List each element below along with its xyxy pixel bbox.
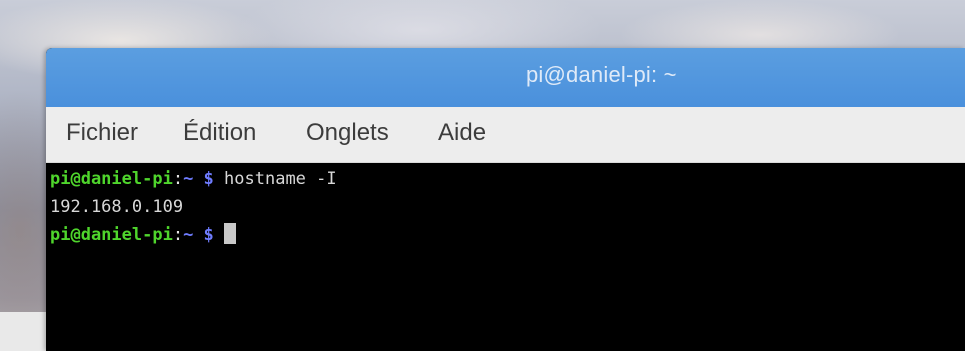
prompt-colon: : — [172, 225, 184, 245]
terminal-line-1: pi@daniel-pi:~ $ hostname -I — [50, 165, 965, 193]
command-text — [214, 225, 224, 245]
terminal-window[interactable]: pi@daniel-pi: ~ Fichier Édition Onglets … — [46, 48, 965, 351]
text-cursor — [224, 223, 237, 244]
terminal-line-2: 192.168.0.109 — [50, 193, 965, 221]
menu-aide[interactable]: Aide — [438, 119, 486, 147]
command-output: 192.168.0.109 — [50, 197, 184, 217]
desktop-panel-edge — [0, 312, 46, 351]
command-text: hostname -I — [213, 169, 337, 189]
prompt-user-host: pi@daniel-pi — [50, 225, 173, 245]
terminal-line-3: pi@daniel-pi:~ $ — [50, 221, 965, 249]
menu-onglets[interactable]: Onglets — [306, 119, 389, 147]
menu-fichier[interactable]: Fichier — [66, 119, 138, 147]
prompt-path: ~ $ — [183, 225, 214, 245]
prompt-path: ~ $ — [183, 169, 214, 189]
window-titlebar[interactable]: pi@daniel-pi: ~ — [46, 48, 965, 107]
window-title: pi@daniel-pi: ~ — [526, 62, 677, 87]
menu-edition[interactable]: Édition — [183, 119, 256, 147]
terminal-output[interactable]: pi@daniel-pi:~ $ hostname -I 192.168.0.1… — [46, 163, 965, 351]
menu-bar: Fichier Édition Onglets Aide — [46, 107, 965, 163]
prompt-user-host: pi@daniel-pi — [50, 169, 173, 189]
prompt-colon: : — [172, 169, 184, 189]
